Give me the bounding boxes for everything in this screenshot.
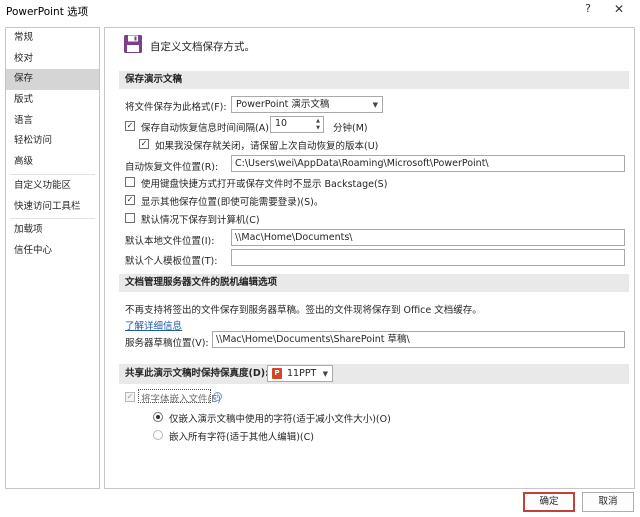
cancel-button[interactable]: 取消: [582, 492, 634, 512]
section-header-offline-editing: 文档管理服务器文件的脱机编辑选项: [119, 274, 629, 292]
floppy-disk-icon: [124, 35, 142, 53]
sidebar-item-trust-center[interactable]: 信任中心: [6, 241, 99, 262]
template-location-input[interactable]: [231, 249, 625, 266]
embed-all-chars-label: 嵌入所有字符(适于其他人编辑)(C): [169, 432, 314, 443]
template-location-label: 默认个人模板位置(T):: [125, 256, 218, 267]
save-to-computer-checkbox[interactable]: [125, 213, 135, 223]
autorecover-minutes-value: 10: [275, 118, 288, 129]
sidebar-item-customize-ribbon[interactable]: 自定义功能区: [6, 176, 99, 197]
keep-last-version-label: 如果我没保存就关闭，请保留上次自动恢复的版本(U): [155, 141, 379, 152]
show-additional-locations-checkbox[interactable]: ✓: [125, 195, 135, 205]
save-format-value: PowerPoint 演示文稿: [236, 99, 330, 110]
autorecover-location-label: 自动恢复文件位置(R):: [125, 162, 219, 173]
autorecover-label: 保存自动恢复信息时间间隔(A): [141, 123, 269, 134]
window-title: PowerPoint 选项: [6, 6, 89, 18]
powerpoint-file-icon: P: [272, 368, 282, 379]
sidebar-item-save[interactable]: 保存: [6, 69, 99, 91]
close-button[interactable]: ✕: [612, 2, 626, 18]
sidebar-item-general[interactable]: 常规: [6, 28, 99, 49]
local-location-input[interactable]: \\Mac\Home\Documents\: [231, 229, 625, 246]
embed-used-chars-label: 仅嵌入演示文稿中使用的字符(适于减小文件大小)(O): [169, 414, 391, 425]
fidelity-file-select[interactable]: P 11PPT ▼: [267, 365, 333, 382]
ok-button[interactable]: 确定: [523, 492, 575, 512]
save-format-label: 将文件保存为此格式(F):: [125, 102, 227, 113]
minutes-label: 分钟(M): [333, 123, 368, 134]
sidebar-item-quick-access-toolbar[interactable]: 快速访问工具栏: [6, 197, 99, 218]
page-title: 自定义文档保存方式。: [150, 41, 255, 53]
sidebar-item-language[interactable]: 语言: [6, 111, 99, 132]
sidebar-item-add-ins[interactable]: 加载项: [6, 220, 99, 241]
spin-down-icon[interactable]: ▼: [316, 126, 320, 131]
autorecover-minutes-stepper[interactable]: 10 ▲ ▼: [270, 116, 324, 133]
fidelity-heading: 共享此演示文稿时保持保真度(D):: [125, 368, 269, 379]
no-backstage-label: 使用键盘快捷方式打开或保存文件时不显示 Backstage(S): [141, 179, 388, 190]
save-format-select[interactable]: PowerPoint 演示文稿 ▼: [231, 96, 383, 113]
local-location-label: 默认本地文件位置(I):: [125, 236, 215, 247]
options-sidebar: 常规 校对 保存 版式 语言 轻松访问 高级 自定义功能区 快速访问工具栏 加载…: [5, 27, 100, 489]
server-drafts-label: 服务器草稿位置(V):: [125, 338, 209, 349]
title-bar: PowerPoint 选项 ? ✕: [0, 0, 640, 22]
help-button[interactable]: ?: [581, 2, 595, 18]
section-header-fidelity: 共享此演示文稿时保持保真度(D):: [119, 364, 629, 384]
sidebar-divider: [10, 173, 95, 175]
sidebar-item-layout[interactable]: 版式: [6, 90, 99, 111]
save-to-computer-label: 默认情况下保存到计算机(C): [141, 215, 260, 226]
info-icon[interactable]: i: [213, 392, 222, 401]
no-backstage-checkbox[interactable]: [125, 177, 135, 187]
offline-editing-note: 不再支持将签出的文件保存到服务器草稿。签出的文件现将保存到 Office 文档缓…: [125, 305, 482, 316]
autorecover-location-input[interactable]: C:\Users\wei\AppData\Roaming\Microsoft\P…: [231, 155, 625, 172]
sidebar-item-advanced[interactable]: 高级: [6, 152, 99, 173]
section-header-save-presentations: 保存演示文稿: [119, 71, 629, 89]
sidebar-item-proofing[interactable]: 校对: [6, 49, 99, 70]
sidebar-item-accessibility[interactable]: 轻松访问: [6, 131, 99, 152]
autorecover-checkbox[interactable]: ✓: [125, 121, 135, 131]
server-drafts-input[interactable]: \\Mac\Home\Documents\SharePoint 草稿\: [212, 331, 625, 348]
keep-last-version-checkbox[interactable]: ✓: [139, 139, 149, 149]
embed-all-chars-radio[interactable]: [153, 430, 163, 440]
fidelity-file-value: 11PPT: [287, 368, 317, 379]
learn-more-link[interactable]: 了解详细信息: [125, 318, 182, 332]
show-additional-locations-label: 显示其他保存位置(即使可能需要登录)(S)。: [141, 197, 324, 208]
embed-fonts-label: 将字体嵌入文件(E): [141, 394, 221, 405]
sidebar-divider: [10, 218, 95, 220]
chevron-down-icon: ▼: [322, 370, 328, 378]
embed-fonts-checkbox[interactable]: ✓: [125, 392, 135, 402]
spin-up-icon[interactable]: ▲: [316, 119, 320, 124]
embed-used-chars-radio[interactable]: [153, 412, 163, 422]
save-options-panel: 自定义文档保存方式。 保存演示文稿 将文件保存为此格式(F): PowerPoi…: [104, 27, 635, 489]
chevron-down-icon: ▼: [372, 101, 378, 109]
